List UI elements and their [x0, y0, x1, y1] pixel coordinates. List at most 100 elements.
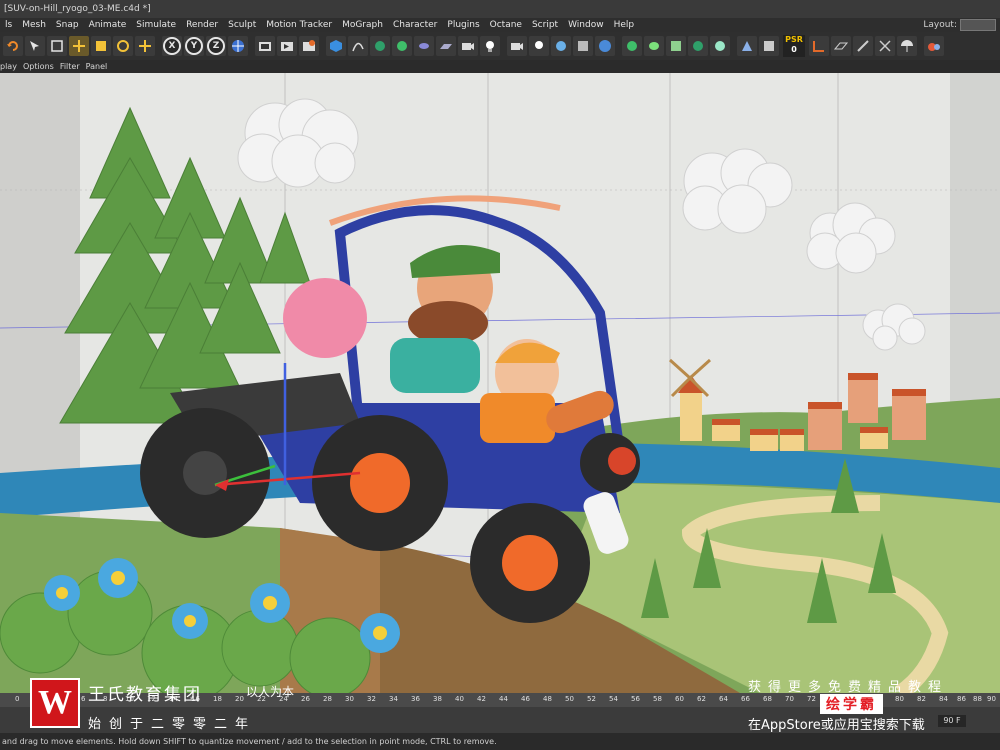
menu-item-window[interactable]: Window: [563, 18, 609, 32]
menu-item-sculpt[interactable]: Sculpt: [223, 18, 261, 32]
tick-label: 0: [15, 695, 20, 703]
material-ball-icon[interactable]: [924, 36, 944, 56]
end-frame-field[interactable]: 90 F: [938, 715, 966, 727]
octane-light-icon[interactable]: [529, 36, 549, 56]
tick-label: 42: [477, 695, 486, 703]
main-toolbar: X Y Z PSR 0: [0, 32, 1000, 60]
tick-label: 48: [543, 695, 552, 703]
tick-label: 20: [235, 695, 244, 703]
xpresso-icon[interactable]: [759, 36, 779, 56]
3d-viewport[interactable]: [0, 73, 1000, 693]
menu-item-render[interactable]: Render: [181, 18, 223, 32]
camera-icon[interactable]: [458, 36, 478, 56]
cube-tool-icon[interactable]: [91, 36, 111, 56]
move-tool-icon[interactable]: [69, 36, 89, 56]
tick-label: 54: [609, 695, 618, 703]
tick-label: 90: [987, 695, 996, 703]
viewport-menu-display[interactable]: play: [0, 60, 23, 73]
snap-icon[interactable]: [809, 36, 829, 56]
live-selection-icon[interactable]: [25, 36, 45, 56]
tick-label: 72: [807, 695, 816, 703]
menu-item-character[interactable]: Character: [388, 18, 442, 32]
render-to-picture-viewer-icon[interactable]: [277, 36, 297, 56]
menu-item-octane[interactable]: Octane: [485, 18, 527, 32]
viewport-menu-options[interactable]: Options: [23, 60, 60, 73]
main-menu-bar: ls Mesh Snap Animate Simulate Render Scu…: [0, 18, 1000, 32]
menu-item-plugins[interactable]: Plugins: [442, 18, 484, 32]
sculpt-brush-icon[interactable]: [853, 36, 873, 56]
render-settings-icon[interactable]: [299, 36, 319, 56]
x-axis-lock[interactable]: X: [162, 36, 182, 56]
layout-dropdown[interactable]: [960, 18, 996, 31]
world-coordinates-icon[interactable]: [228, 36, 248, 56]
watermark-company: 王氏教育集团: [88, 685, 202, 705]
tick-label: 58: [653, 695, 662, 703]
mograph-matrix-icon[interactable]: [666, 36, 686, 56]
psr-reset-button[interactable]: PSR 0: [783, 35, 805, 57]
cube-primitive-icon[interactable]: [326, 36, 346, 56]
tick-label: 62: [697, 695, 706, 703]
octane-render-target-icon[interactable]: [573, 36, 593, 56]
tick-label: 18: [213, 695, 222, 703]
menu-item-motion-tracker[interactable]: Motion Tracker: [261, 18, 337, 32]
undo-icon[interactable]: [3, 36, 23, 56]
mograph-plain-icon[interactable]: [710, 36, 730, 56]
octane-camera-icon[interactable]: [507, 36, 527, 56]
subdivision-surface-icon[interactable]: [370, 36, 390, 56]
layout-selector[interactable]: Layout:: [923, 18, 1000, 32]
viewport-menu-filter[interactable]: Filter: [60, 60, 86, 73]
scale-tool-icon[interactable]: [47, 36, 67, 56]
tick-label: 70: [785, 695, 794, 703]
tick-label: 34: [389, 695, 398, 703]
transform-tool-icon[interactable]: [135, 36, 155, 56]
axis-gizmo-icon[interactable]: [875, 36, 895, 56]
menu-item-simulate[interactable]: Simulate: [131, 18, 181, 32]
tick-label: 82: [917, 695, 926, 703]
deformer-icon[interactable]: [414, 36, 434, 56]
pink-blob-character: [283, 278, 367, 358]
tick-label: 36: [411, 695, 420, 703]
floor-icon[interactable]: [436, 36, 456, 56]
tag-icon[interactable]: [737, 36, 757, 56]
tick-label: 56: [631, 695, 640, 703]
tick-label: 50: [565, 695, 574, 703]
umbrella-icon[interactable]: [897, 36, 917, 56]
tick-label: 38: [433, 695, 442, 703]
light-icon[interactable]: [480, 36, 500, 56]
workplane-icon[interactable]: [831, 36, 851, 56]
tick-label: 46: [521, 695, 530, 703]
menu-item-mesh[interactable]: Mesh: [17, 18, 51, 32]
watermark-founded: 始创于二零零二年: [88, 717, 257, 732]
viewport-menu-panel[interactable]: Panel: [86, 60, 114, 73]
mograph-effector-icon[interactable]: [622, 36, 642, 56]
tick-label: 28: [323, 695, 332, 703]
tick-label: 88: [973, 695, 982, 703]
octane-sky-icon[interactable]: [595, 36, 615, 56]
tick-label: 52: [587, 695, 596, 703]
watermark-logo: W: [30, 678, 80, 728]
viewport-scene[interactable]: [0, 73, 1000, 693]
z-axis-lock[interactable]: Z: [206, 36, 226, 56]
menu-item-tools[interactable]: ls: [0, 18, 17, 32]
menu-item-animate[interactable]: Animate: [84, 18, 132, 32]
tick-label: 64: [719, 695, 728, 703]
menu-item-script[interactable]: Script: [527, 18, 563, 32]
spline-pen-icon[interactable]: [348, 36, 368, 56]
tick-label: 26: [301, 695, 310, 703]
mograph-fracture-icon[interactable]: [644, 36, 664, 56]
watermark-brand: 绘学霸: [820, 694, 883, 714]
mograph-random-icon[interactable]: [688, 36, 708, 56]
octane-material-icon[interactable]: [551, 36, 571, 56]
render-view-icon[interactable]: [255, 36, 275, 56]
watermark-logo-letter: W: [38, 684, 72, 721]
tick-label: 40: [455, 695, 464, 703]
menu-item-mograph[interactable]: MoGraph: [337, 18, 388, 32]
psr-label: PSR: [785, 35, 803, 44]
rotate-tool-icon[interactable]: [113, 36, 133, 56]
cloner-icon[interactable]: [392, 36, 412, 56]
menu-item-snap[interactable]: Snap: [51, 18, 84, 32]
y-axis-lock[interactable]: Y: [184, 36, 204, 56]
tick-label: 44: [499, 695, 508, 703]
menu-item-help[interactable]: Help: [609, 18, 640, 32]
cloud-left: [237, 98, 359, 188]
